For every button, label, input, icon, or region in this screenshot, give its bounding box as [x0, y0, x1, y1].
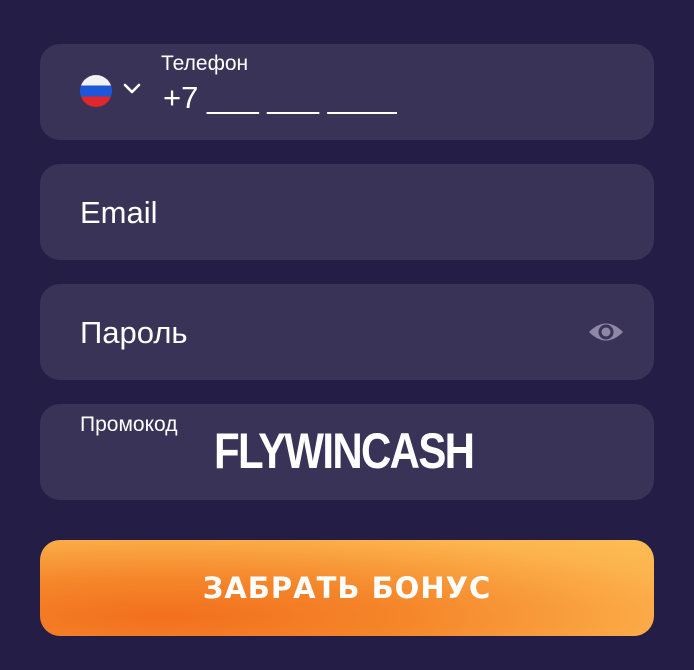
russia-flag-icon[interactable] — [80, 75, 112, 107]
claim-bonus-button[interactable]: ЗАБРАТЬ БОНУС — [40, 540, 654, 636]
eye-icon[interactable] — [588, 317, 624, 347]
phone-input[interactable]: +7 ___ ___ ____ — [163, 80, 397, 116]
promo-field[interactable]: Промокод FLYWINCASH — [40, 404, 654, 500]
promo-code-value[interactable]: FLYWINCASH — [214, 422, 475, 480]
phone-label: Телефон — [161, 52, 249, 75]
promo-label: Промокод — [80, 413, 178, 436]
email-field[interactable]: Email — [40, 164, 654, 260]
email-placeholder: Email — [80, 195, 158, 230]
password-placeholder: Пароль — [80, 315, 188, 350]
phone-field[interactable]: Телефон +7 ___ ___ ____ — [40, 44, 654, 140]
chevron-down-icon[interactable] — [122, 80, 142, 96]
password-field[interactable]: Пароль — [40, 284, 654, 380]
